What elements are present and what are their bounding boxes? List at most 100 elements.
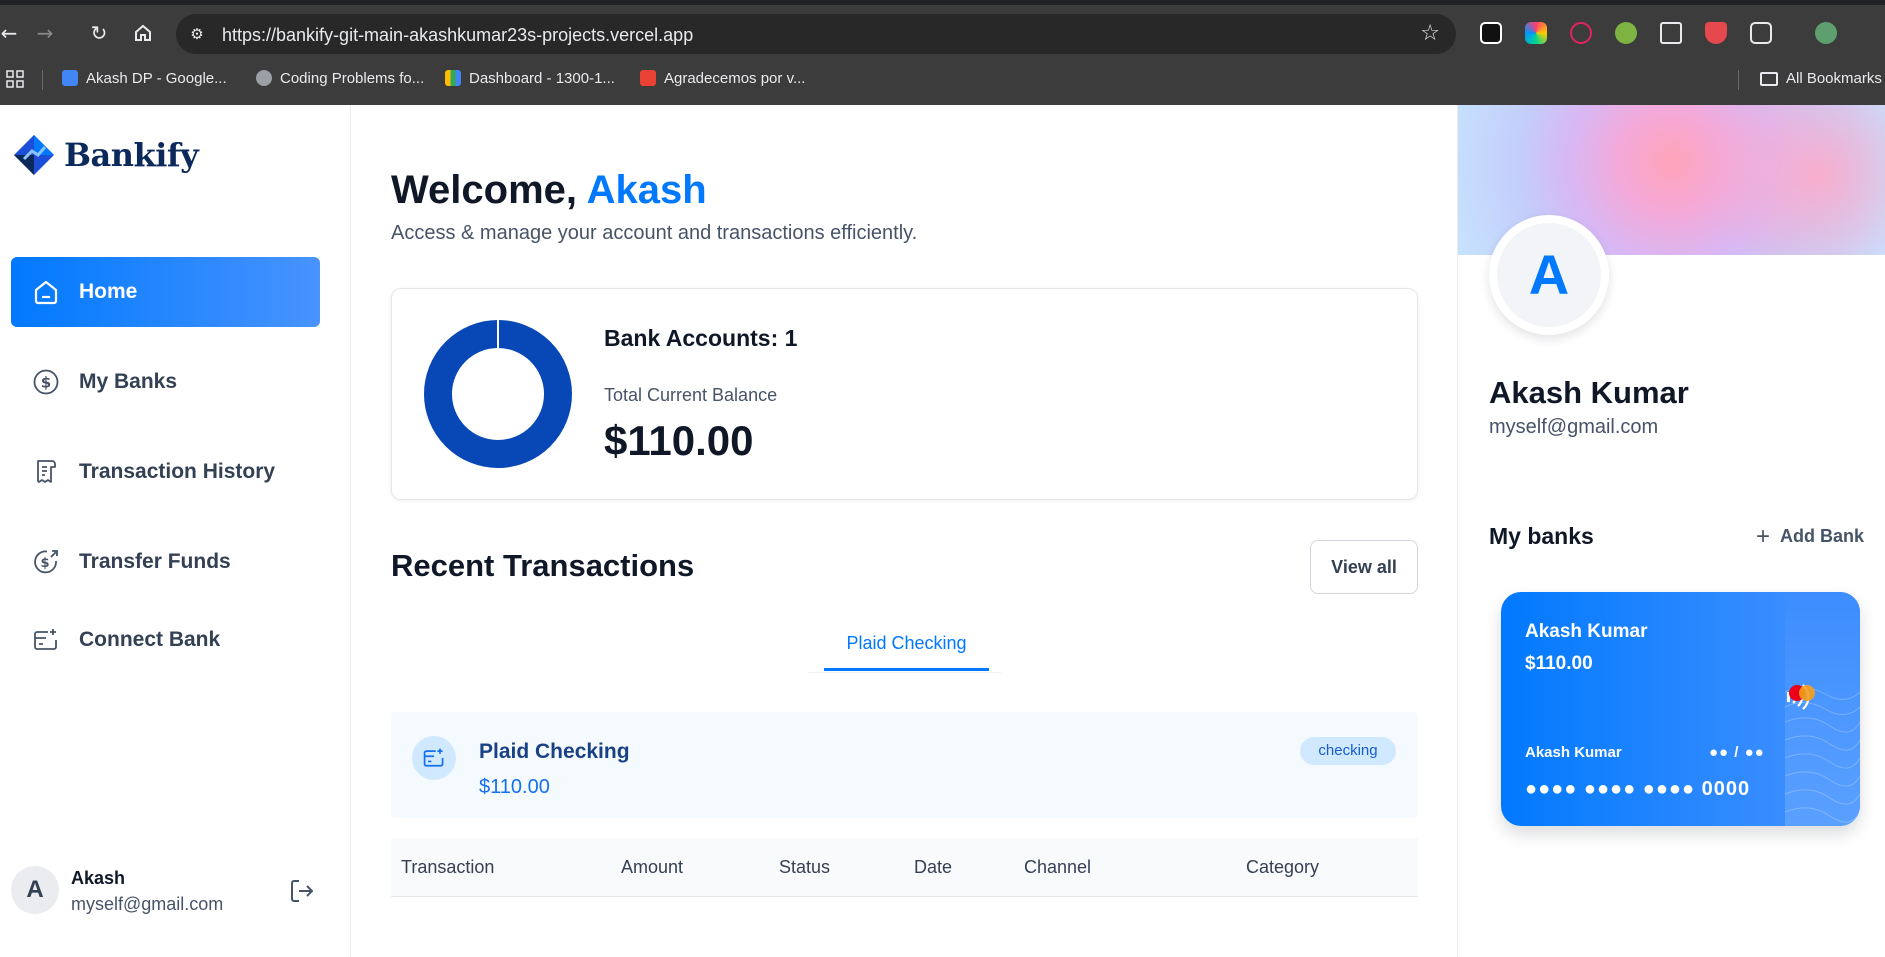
bookmark-item[interactable]: Akash DP - Google...: [62, 70, 227, 87]
mastercard-icon: [1789, 685, 1815, 701]
avatar[interactable]: A: [11, 866, 59, 914]
bank-tabs: Plaid Checking: [808, 613, 1001, 673]
plus-icon: +: [1756, 523, 1771, 550]
profile-avatar-icon[interactable]: [1815, 22, 1837, 44]
receipt-icon: [31, 457, 61, 487]
sidebar-item-transaction-history[interactable]: Transaction History: [11, 437, 320, 507]
sidebar-item-label: Transaction History: [79, 460, 276, 483]
extension-icon[interactable]: [1705, 22, 1727, 44]
bookmark-label: Akash DP - Google...: [86, 70, 227, 87]
profile-name: Akash Kumar: [1489, 375, 1689, 410]
extension-icon[interactable]: [1615, 22, 1637, 44]
total-balance-box: Bank Accounts: 1 Total Current Balance $…: [391, 288, 1418, 500]
total-balance-label: Total Current Balance: [604, 385, 778, 405]
sidebar-item-label: Transfer Funds: [79, 550, 231, 573]
bookmark-item[interactable]: Dashboard - 1300-1...: [445, 70, 615, 87]
bank-accounts-count: Bank Accounts: 1: [604, 325, 798, 351]
bookmarks-bar: Akash DP - Google... Coding Problems fo.…: [0, 62, 1885, 98]
left-sidebar: Bankify Home $ My Banks Transaction Hist…: [0, 105, 351, 957]
card-add-icon: [31, 625, 61, 655]
card-number: ●●●● ●●●● ●●●● 0000: [1525, 778, 1751, 800]
docs-icon: [62, 70, 78, 86]
sidebar-item-label: Connect Bank: [79, 628, 221, 651]
sidebar-user: A Akash myself@gmail.com: [11, 860, 331, 920]
bank-card[interactable]: Akash Kumar $110.00 Akash Kumar ●● / ●● …: [1501, 592, 1860, 826]
balance-donut-chart: [424, 320, 572, 468]
sidebar-item-home[interactable]: Home: [11, 257, 320, 327]
tab-strip: [0, 0, 1885, 5]
globe-icon: [256, 70, 272, 86]
view-all-button[interactable]: View all: [1310, 540, 1418, 594]
logout-icon[interactable]: [287, 876, 317, 906]
tab-plaid-checking[interactable]: Plaid Checking: [824, 613, 989, 671]
back-icon[interactable]: ←: [0, 18, 24, 48]
right-sidebar: A Akash Kumar myself@gmail.com My banks …: [1457, 105, 1885, 957]
dollar-circle-icon: $: [31, 367, 61, 397]
card-bank-name: Akash Kumar: [1525, 621, 1648, 642]
reload-icon[interactable]: ↻: [84, 18, 114, 48]
bookmark-label: Coding Problems fo...: [280, 70, 425, 87]
page-title: Welcome, Akash: [391, 168, 707, 213]
site-settings-icon[interactable]: ⚙: [186, 23, 208, 45]
column-header: Category: [1246, 857, 1320, 877]
url-text: https://bankify-git-main-akashkumar23s-p…: [222, 25, 694, 45]
bookmark-item[interactable]: Coding Problems fo...: [256, 70, 424, 87]
browser-chrome: ← → ↻ ⚙ https://bankify-git-main-akashku…: [0, 0, 1885, 105]
column-header: Transaction: [401, 857, 495, 877]
column-header: Date: [914, 857, 953, 877]
forward-icon[interactable]: →: [30, 18, 60, 48]
user-email: myself@gmail.com: [71, 894, 224, 914]
account-balance: $110.00: [479, 776, 550, 798]
bookmark-item[interactable]: Agradecemos por v...: [640, 70, 805, 87]
transactions-table-header: Transaction Amount Status Date Channel C…: [391, 838, 1418, 897]
column-header: Channel: [1024, 857, 1092, 877]
add-bank-label: Add Bank: [1780, 526, 1865, 546]
sidebar-item-transfer-funds[interactable]: $ Transfer Funds: [11, 527, 320, 597]
sidebar-item-label: My Banks: [79, 370, 178, 393]
bankify-logo-icon: [14, 135, 54, 175]
greeting: Welcome,: [391, 168, 577, 212]
bookmark-label: Dashboard - 1300-1...: [469, 70, 615, 87]
gmail-icon: [640, 70, 656, 86]
all-bookmarks-label: All Bookmarks: [1786, 70, 1882, 87]
svg-text:$: $: [41, 374, 51, 392]
extension-icon[interactable]: [1570, 22, 1592, 44]
all-bookmarks[interactable]: All Bookmarks: [1760, 70, 1882, 87]
money-send-icon: $: [31, 547, 61, 577]
profile-avatar[interactable]: A: [1489, 215, 1609, 335]
extension-icon[interactable]: [1480, 22, 1502, 44]
total-balance-amount: $110.00: [604, 417, 754, 464]
dashboard-icon: [445, 70, 461, 86]
bookmark-separator: [42, 70, 43, 90]
bookmark-separator: [1738, 70, 1739, 90]
brand-name: Bankify: [64, 136, 199, 174]
card-side-panel: [1785, 592, 1860, 826]
user-name: Akash: [71, 868, 126, 888]
card-add-icon: [412, 736, 456, 780]
apps-grid-icon[interactable]: [6, 70, 24, 92]
extension-icon[interactable]: [1660, 22, 1682, 44]
recent-transactions-title: Recent Transactions: [391, 548, 695, 583]
home-browser-icon[interactable]: [128, 18, 158, 48]
bookmark-label: Agradecemos por v...: [664, 70, 806, 87]
bank-info-row[interactable]: Plaid Checking $110.00 checking: [391, 712, 1418, 818]
main-content: Welcome, Akash Access & manage your acco…: [352, 105, 1457, 957]
bookmark-star-icon[interactable]: ☆: [1420, 21, 1440, 46]
sidebar-item-connect-bank[interactable]: Connect Bank: [11, 605, 320, 675]
extension-icon[interactable]: [1525, 22, 1547, 44]
address-bar[interactable]: ⚙ https://bankify-git-main-akashkumar23s…: [176, 14, 1456, 54]
app: Bankify Home $ My Banks Transaction Hist…: [0, 105, 1885, 957]
home-icon: [31, 277, 61, 307]
folder-icon: [1760, 72, 1778, 86]
donut-segment: [424, 320, 572, 468]
account-type-badge: checking: [1300, 737, 1396, 765]
brand-logo[interactable]: Bankify: [12, 133, 199, 177]
sidebar-item-my-banks[interactable]: $ My Banks: [11, 347, 320, 417]
sidebar-item-label: Home: [79, 280, 138, 303]
my-banks-title: My banks: [1489, 523, 1594, 549]
add-bank-button[interactable]: + Add Bank: [1756, 523, 1864, 551]
page-subtitle: Access & manage your account and transac…: [391, 222, 918, 244]
user-first-name: Akash: [586, 168, 707, 212]
puzzle-icon[interactable]: [1750, 22, 1772, 44]
card-expiry: ●● / ●●: [1709, 744, 1765, 761]
